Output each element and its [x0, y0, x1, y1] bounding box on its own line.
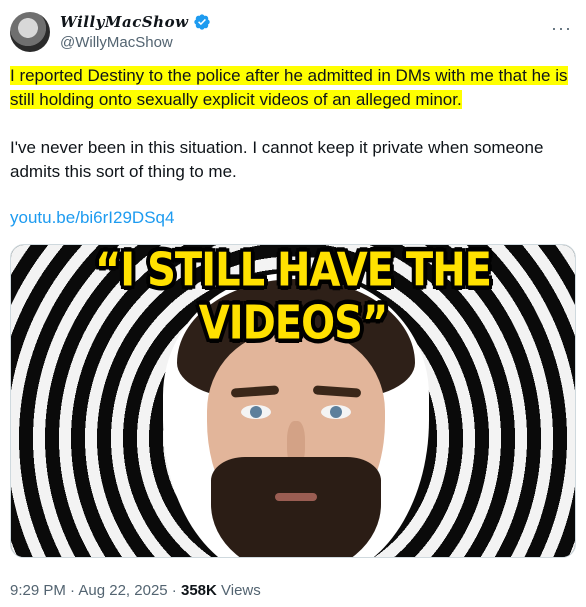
- portrait-mouth: [275, 493, 317, 501]
- tweet-date[interactable]: Aug 22, 2025: [78, 582, 167, 599]
- tweet-header: WillyMacShow @WillyMacShow ···: [10, 10, 576, 56]
- meta-separator: ·: [167, 582, 181, 599]
- media-thumbnail[interactable]: “I STILL HAVE THE VIDEOS”: [10, 244, 576, 558]
- more-horizontal-icon[interactable]: ···: [551, 18, 572, 39]
- tweet-paragraph: I've never been in this situation. I can…: [10, 138, 544, 181]
- verified-badge-icon[interactable]: [193, 13, 211, 31]
- meta-separator: ·: [65, 582, 79, 599]
- media-caption: “I STILL HAVE THE VIDEOS”: [95, 244, 492, 350]
- portrait-beard: [211, 457, 381, 557]
- portrait-eye-left: [241, 405, 271, 419]
- tweet-meta: 9:29 PM · Aug 22, 2025 · 358K Views: [10, 582, 261, 599]
- avatar[interactable]: [10, 12, 50, 52]
- portrait-eye-right: [321, 405, 351, 419]
- views-count[interactable]: 358K: [181, 582, 217, 599]
- views-label: Views: [216, 582, 261, 599]
- display-name[interactable]: WillyMacShow: [60, 13, 189, 31]
- tweet-paragraph-highlighted: I reported Destiny to the police after h…: [10, 66, 568, 109]
- tweet-link[interactable]: youtu.be/bi6rI29DSq4: [10, 208, 174, 228]
- tweet-time[interactable]: 9:29 PM: [10, 582, 66, 599]
- handle[interactable]: @WillyMacShow: [60, 34, 173, 51]
- tweet-text: I reported Destiny to the police after h…: [10, 64, 574, 184]
- tweet: WillyMacShow @WillyMacShow ··· I reporte…: [0, 0, 586, 607]
- name-row: WillyMacShow: [60, 13, 211, 31]
